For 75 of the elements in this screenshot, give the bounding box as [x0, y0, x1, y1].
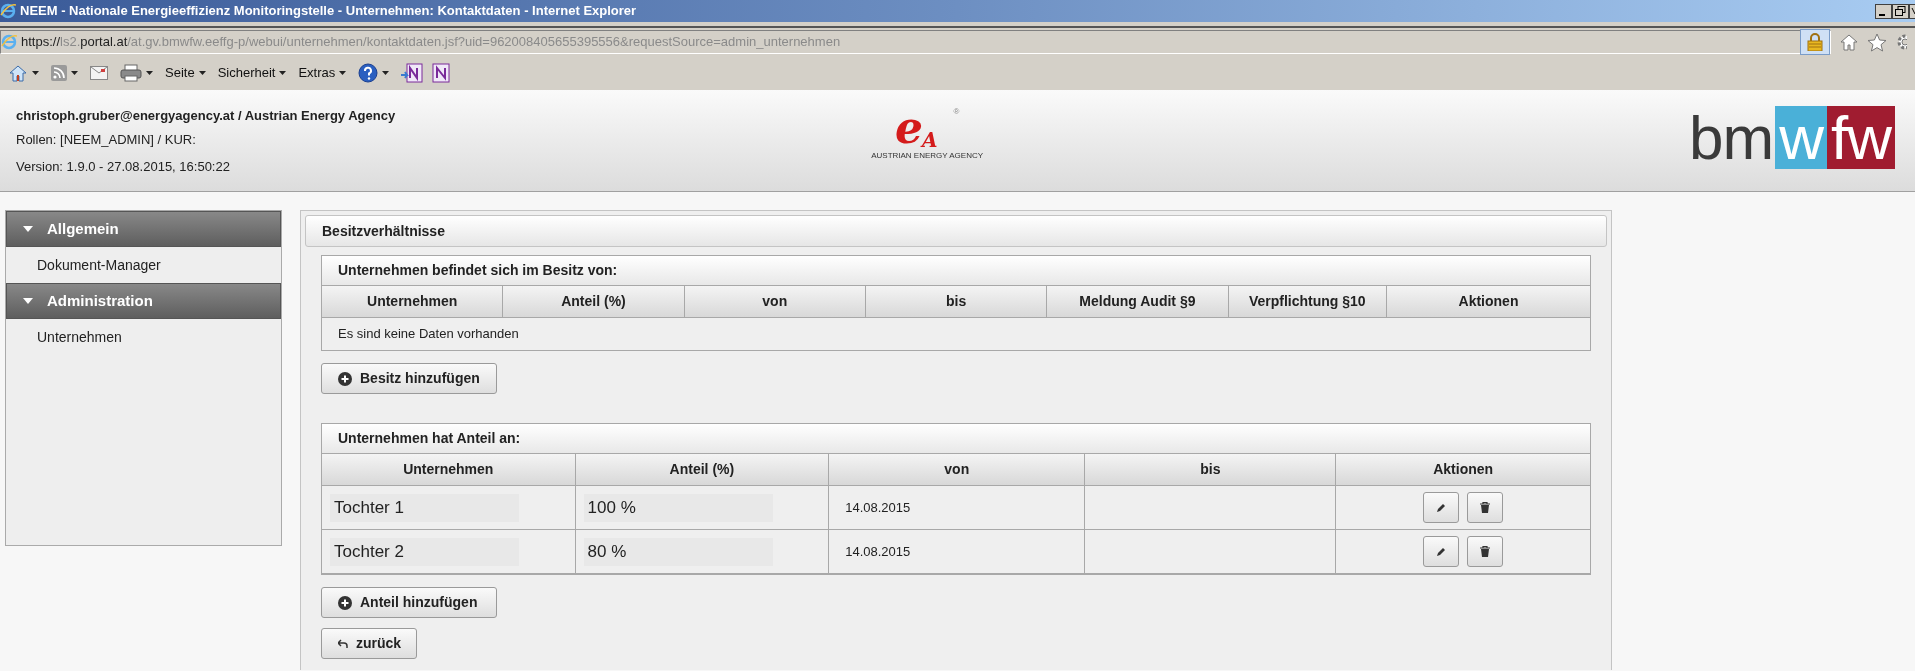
caret-icon[interactable]: [71, 71, 78, 75]
column-header: Meldung Audit §9: [1047, 286, 1229, 318]
sidebar-item[interactable]: Unternehmen: [6, 319, 281, 355]
mail-icon[interactable]: [90, 66, 108, 80]
agency-logo: eA: [894, 106, 938, 150]
column-header: von: [829, 454, 1086, 486]
column-header: Verpflichtung §10: [1228, 286, 1388, 318]
delete-button[interactable]: [1467, 536, 1504, 567]
column-header: Anteil (%): [503, 286, 685, 318]
address-field[interactable]: https://ls2.portal.at/at.gv.bmwfw.eeffg-p/webui/unternehmen/kontaktdaten.jsf?uid=962008405655395556&requestSource=admin_unternehmen: [0, 30, 1831, 54]
note-icon[interactable]: [431, 63, 452, 83]
roles-text: Rollen: [NEEM_ADMIN] / KUR:: [16, 130, 197, 149]
home-icon[interactable]: [8, 64, 28, 82]
section-header[interactable]: Allgemein: [6, 211, 281, 247]
add-button[interactable]: Besitz hinzufügen: [321, 363, 497, 394]
section-title: Administration: [47, 290, 153, 311]
company-field[interactable]: Tochter 1: [330, 493, 520, 522]
column-header: Unternehmen: [322, 454, 576, 486]
star-icon[interactable]: [1867, 32, 1887, 52]
column-header: Anteil (%): [575, 454, 830, 486]
column-header: bis: [1085, 454, 1337, 486]
share-field[interactable]: 100 %: [583, 493, 773, 522]
user-info: christoph.gruber@energyagency.at / Austrian Energy Agency: [16, 107, 396, 125]
empty-message: Es sind keine Daten vorhanden: [338, 325, 519, 344]
help-icon[interactable]: [358, 63, 379, 83]
date-text: 14.08.2015: [845, 542, 911, 561]
date-text: 14.08.2015: [845, 498, 911, 517]
sidebar-item[interactable]: Dokument-Manager: [6, 247, 281, 283]
agency-name: AUSTRIAN ENERGY AGENCY: [871, 150, 984, 162]
lock-button[interactable]: [1800, 29, 1830, 55]
minimize-icon[interactable]: [1875, 3, 1892, 19]
trash-icon: [1480, 502, 1491, 513]
plus-circle-icon: [338, 595, 352, 610]
padlock-icon: [1807, 33, 1823, 51]
browser-logo-icon: [1, 34, 17, 50]
section-title: Allgemein: [47, 218, 119, 239]
back-button[interactable]: zurück: [321, 628, 417, 659]
column-header: Aktionen: [1387, 286, 1590, 318]
caret-icon[interactable]: [198, 71, 206, 75]
toolbar-menu[interactable]: Sicherheit: [217, 63, 287, 83]
column-header: von: [684, 286, 866, 318]
section-header[interactable]: Administration: [6, 283, 281, 319]
edit-button[interactable]: [1423, 536, 1460, 567]
caret-icon[interactable]: [146, 71, 153, 75]
note-send-icon[interactable]: [401, 63, 424, 83]
home-icon[interactable]: [1839, 33, 1859, 51]
caret-icon[interactable]: [32, 71, 39, 75]
pencil-icon: [1436, 502, 1447, 513]
table-caption: Unternehmen befindet sich im Besitz von:: [322, 256, 1590, 286]
browser-logo-icon: [0, 3, 16, 19]
pencil-icon: [1436, 546, 1447, 557]
undo-icon: [338, 638, 348, 649]
trash-icon: [1480, 546, 1491, 557]
caret-icon[interactable]: [339, 71, 347, 75]
table-caption: Unternehmen hat Anteil an:: [322, 424, 1590, 454]
caret-icon[interactable]: [382, 71, 390, 75]
registered-mark: ®: [953, 106, 960, 118]
toolbar-menu[interactable]: Extras: [298, 63, 347, 83]
add-button[interactable]: Anteil hinzufügen: [321, 587, 497, 618]
column-header: bis: [865, 286, 1048, 318]
company-field[interactable]: Tochter 2: [330, 537, 520, 566]
printer-icon[interactable]: [120, 64, 142, 82]
share-field[interactable]: 80 %: [583, 537, 773, 566]
caret-icon[interactable]: [279, 71, 287, 75]
column-header: Aktionen: [1336, 454, 1590, 486]
edit-button[interactable]: [1423, 492, 1460, 523]
toolbar-menu[interactable]: Seite: [165, 63, 206, 83]
window-title: NEEM - Nationale Energieeffizienz Monitoringstelle - Unternehmen: Kontaktdaten - Internet Explorer: [20, 2, 638, 21]
plus-circle-icon: [338, 371, 352, 386]
delete-button[interactable]: [1467, 492, 1504, 523]
column-header: Unternehmen: [322, 286, 504, 318]
url-text: https://ls2.portal.at/at.gv.bmwfw.eeffg-p/webui/unternehmen/kontaktdaten.jsf?uid=962008405655395556&requestSource=admin_unternehmen: [21, 33, 841, 52]
version-text: Version: 1.9.0 - 27.08.2015, 16:50:22: [16, 158, 231, 176]
panel-header: Besitzverhältnisse: [305, 215, 1607, 247]
ministry-logo: bmwfw: [1689, 106, 1895, 169]
